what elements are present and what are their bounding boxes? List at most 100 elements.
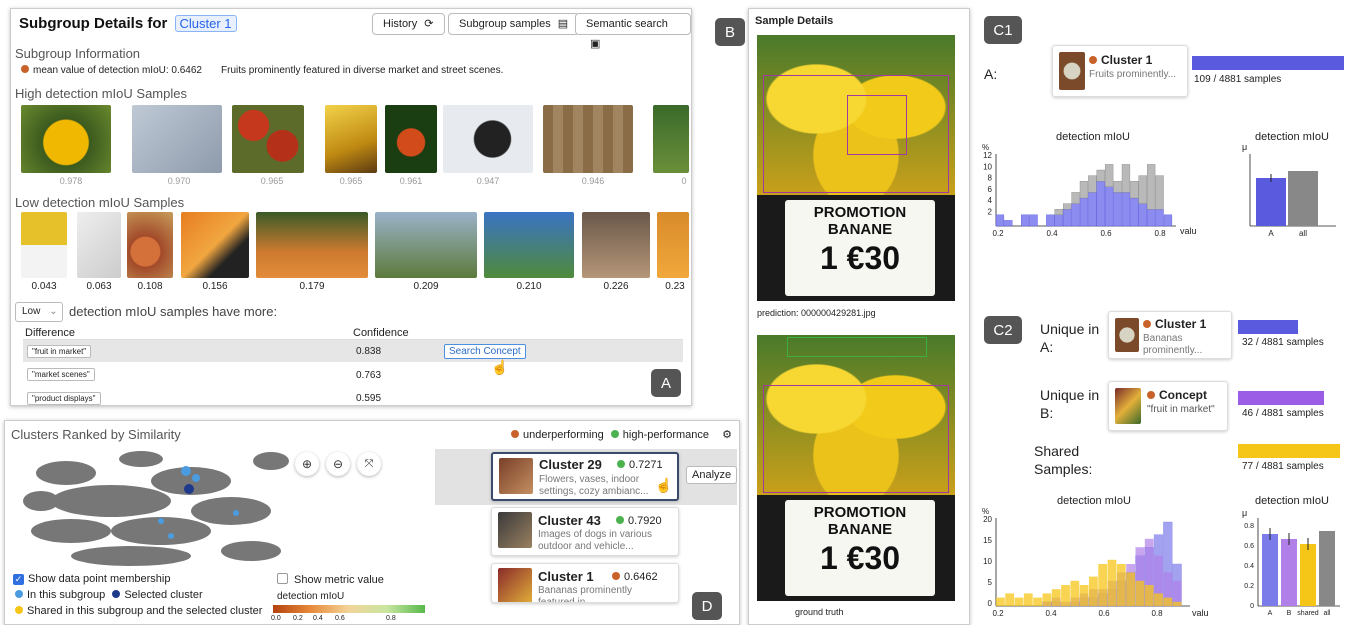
hist-bars	[996, 521, 1182, 607]
cluster-chip[interactable]: Cluster 1	[174, 15, 237, 32]
analyze-button[interactable]: Analyze	[686, 466, 738, 484]
fit-view-button[interactable]: ⤧	[357, 452, 381, 476]
semantic-search-button[interactable]: Semantic search ▣	[575, 13, 691, 50]
y-tick-label: 10	[983, 557, 992, 566]
membership-checkbox[interactable]: ✓ Show data point membership	[13, 573, 170, 585]
embedding-scatter[interactable]	[11, 441, 301, 571]
low-sample-1[interactable]	[21, 212, 67, 278]
hist-bar-a	[1130, 197, 1139, 227]
low-score: 0.209	[413, 281, 439, 292]
x-tick-label: 0.2	[992, 609, 1004, 618]
x-tick-label: 0.8	[1154, 229, 1166, 238]
zoom-out-button[interactable]: ⊖	[326, 452, 350, 476]
high-sample-6[interactable]	[443, 105, 533, 173]
gear-icon[interactable]: ⚙	[722, 429, 732, 441]
concept-chip[interactable]: "product displays"	[27, 392, 101, 405]
hist-bar-a	[1021, 214, 1030, 227]
unique-b-label: Unique in B:	[1040, 387, 1100, 421]
concept-chip[interactable]: "fruit in market"	[27, 345, 92, 358]
high-performance-dot	[610, 430, 619, 438]
panel-tag-c1: C1	[984, 16, 1022, 44]
hist-bar-shared	[996, 597, 1005, 606]
metric-label: Show metric value	[294, 574, 384, 586]
hist-bar-a	[1029, 214, 1038, 227]
zoom-in-button[interactable]: ⊕	[295, 452, 319, 476]
confidence-value: 0.763	[356, 370, 382, 381]
low-sample-9[interactable]	[657, 212, 689, 278]
cluster-1-card[interactable]: Cluster 1 Fruits prominently...	[1052, 45, 1188, 97]
metric-checkbox[interactable]: Show metric value	[277, 573, 384, 586]
concept-name: Concept	[1147, 388, 1207, 402]
high-sample-1[interactable]	[21, 105, 111, 173]
low-sample-4[interactable]	[181, 212, 249, 278]
mean-value: mean value of detection mIoU: 0.6462	[21, 65, 202, 76]
mu-label: μ	[1242, 508, 1247, 518]
high-sample-8[interactable]	[653, 105, 689, 173]
search-doc-icon: ▣	[590, 38, 601, 50]
hist-bar-all	[1138, 175, 1147, 204]
ground-truth-image[interactable]: PROMOTION BANANE 1 €30	[757, 335, 955, 601]
cluster-score: 0.6462	[612, 571, 658, 583]
unique-b-card[interactable]: Concept "fruit in market"	[1108, 381, 1228, 431]
subgroup-samples-button[interactable]: Subgroup samples ▤	[448, 13, 580, 35]
cluster-thumb	[499, 458, 533, 494]
hist-bar-shared	[1163, 597, 1173, 606]
hist-bars	[995, 164, 1173, 227]
col-difference: Difference	[25, 327, 75, 339]
bar-cat: A	[1268, 610, 1273, 617]
x-tick-label: 0.4	[1045, 609, 1057, 618]
search-concept-button[interactable]: Search Concept	[444, 344, 526, 359]
high-sample-7[interactable]	[543, 105, 633, 173]
high-score: 0.946	[581, 176, 605, 186]
hist-bar-all	[1079, 181, 1089, 199]
metric-tick: 0.0	[271, 615, 281, 622]
high-performance-dot	[616, 516, 624, 524]
compare-text: detection mIoU samples have more:	[69, 304, 278, 319]
underperforming-dot	[21, 65, 29, 73]
underperforming-dot	[1143, 320, 1151, 328]
history-button[interactable]: History ⟳	[372, 13, 445, 35]
hist-bar-shared	[1005, 593, 1015, 606]
cluster-card-43[interactable]: Cluster 43 0.7920 Images of dogs in vari…	[491, 507, 679, 556]
high-sample-5[interactable]	[385, 105, 437, 173]
difficulty-dropdown[interactable]: Low ⌄	[15, 302, 63, 322]
hist-bar-all	[1155, 175, 1164, 210]
mean-bars: A Bshared all	[1262, 528, 1335, 617]
low-sample-7[interactable]	[484, 212, 574, 278]
high-sample-3[interactable]	[232, 105, 304, 173]
metric-tick: 0.8	[386, 615, 396, 622]
unique-a-card[interactable]: Cluster 1 Bananas prominently...	[1108, 311, 1232, 359]
high-score: 0.947	[476, 176, 500, 186]
low-sample-8[interactable]	[582, 212, 650, 278]
table-row[interactable]	[23, 340, 683, 362]
x-tick-label: 0.8	[1151, 609, 1163, 618]
sign-line-2: BANANE	[827, 521, 893, 538]
hist-title: detection mIoU	[1056, 131, 1130, 143]
in-subgroup-dot	[15, 590, 23, 598]
legend-high: high-performance	[622, 429, 709, 441]
low-sample-6[interactable]	[375, 212, 477, 278]
cluster-card-29[interactable]: Cluster 29 0.7271 Flowers, vases, indoor…	[491, 452, 679, 501]
low-sample-2[interactable]	[77, 212, 121, 278]
clusters-ranked-panel: Clusters Ranked by Similarity underperfo…	[4, 420, 740, 625]
high-sample-4[interactable]	[325, 105, 377, 173]
confidence-value: 0.838	[356, 346, 382, 357]
low-sample-3[interactable]	[127, 212, 173, 278]
cluster-card-1[interactable]: Cluster 1 0.6462 Bananas prominently fea…	[491, 563, 679, 603]
high-sample-2[interactable]	[132, 105, 222, 173]
low-sample-5[interactable]	[256, 212, 368, 278]
unique-b-count: 46 / 4881 samples	[1242, 408, 1324, 419]
y-tick-label: 0	[988, 599, 993, 608]
mean-bar	[1300, 544, 1316, 606]
low-score: 0.156	[202, 281, 228, 292]
unique-a-label: Unique in A:	[1040, 321, 1100, 355]
hist-bar-shared	[1154, 593, 1163, 606]
x-tick-label: 0.2	[992, 229, 1004, 238]
ground-truth-caption: ground truth	[795, 607, 844, 617]
prediction-image[interactable]: PROMOTION BANANE 1 €30	[757, 35, 955, 301]
concept-chip[interactable]: "market scenes"	[27, 368, 95, 381]
hist-bar-all	[1130, 181, 1139, 199]
mean-bar	[1319, 531, 1335, 606]
hist-bar-shared	[1070, 580, 1080, 606]
hist-bar-a	[995, 214, 1005, 227]
